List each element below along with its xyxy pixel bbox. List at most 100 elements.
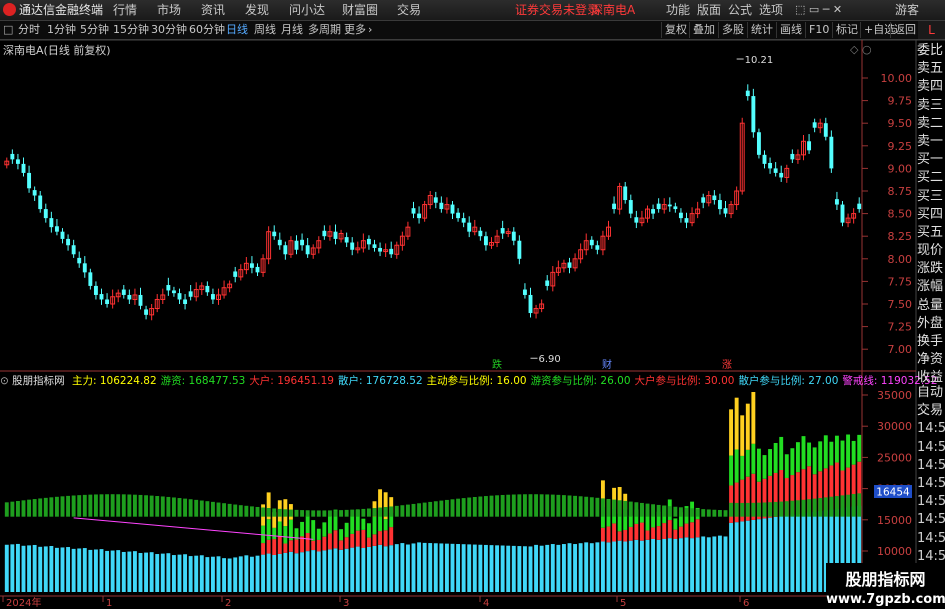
retail-volume-bar (417, 542, 422, 592)
band-bar (199, 500, 204, 517)
retail-volume-bar (556, 544, 561, 592)
band-bar (411, 503, 416, 517)
retail-volume-bar (567, 543, 572, 592)
band-bar (712, 509, 717, 517)
band-bar (756, 502, 761, 517)
candle-body (612, 203, 617, 210)
band-bar (556, 494, 561, 517)
hot-volume-bar (300, 521, 305, 537)
retail-volume-bar (656, 539, 661, 592)
candle-body (127, 294, 132, 300)
retail-volume-bar (105, 550, 110, 592)
hot-volume-bar (372, 516, 377, 535)
band-bar (550, 494, 555, 517)
retail-volume-bar (756, 519, 761, 592)
band-bar (160, 496, 165, 517)
band-bar (4, 502, 9, 517)
hot-volume-bar (729, 455, 734, 486)
watermark: 股朋指标网 www.7gpzb.com (826, 563, 945, 609)
quote-side-label: 涨跌 (917, 261, 944, 277)
quote-side-label: 外盘 (917, 315, 944, 331)
band-bar (110, 494, 115, 517)
band-bar (205, 501, 210, 517)
main-volume-bar (734, 397, 739, 450)
retail-volume-bar (534, 544, 539, 592)
big-volume-bar (651, 527, 656, 539)
hot-volume-bar (762, 455, 767, 479)
big-volume-bar (333, 530, 338, 549)
hot-volume-bar (801, 436, 806, 470)
big-volume-bar (389, 527, 394, 546)
retail-volume-bar (439, 543, 444, 592)
hot-volume-bar (311, 520, 316, 541)
band-bar (394, 505, 399, 517)
retail-volume-bar (573, 544, 578, 592)
candle-body (144, 309, 149, 315)
retail-volume-bar (43, 546, 48, 592)
band-bar (534, 494, 539, 517)
trade-side-label[interactable]: 自动 (917, 384, 945, 402)
big-volume-bar (372, 534, 377, 546)
retail-volume-bar (818, 510, 823, 592)
quote-side-label: 净资 (917, 352, 944, 368)
candle-body (456, 212, 461, 219)
band-bar (272, 508, 277, 517)
trade-side-label[interactable]: 交易 (917, 402, 945, 420)
band-bar (784, 501, 789, 517)
main-volume-bar (740, 415, 745, 456)
band-bar (617, 500, 622, 517)
retail-volume-bar (773, 516, 778, 592)
retail-volume-bar (327, 549, 332, 592)
retail-volume-bar (478, 544, 483, 592)
band-bar (584, 496, 589, 517)
band-bar (723, 510, 728, 517)
band-bar (261, 507, 266, 517)
candle-body (138, 294, 143, 306)
band-bar (283, 509, 288, 517)
hot-volume-bar (840, 440, 845, 471)
retail-volume-bar (545, 544, 550, 592)
band-bar (779, 501, 784, 517)
big-volume-bar (606, 526, 611, 543)
candle-body (823, 123, 828, 137)
band-bar (762, 502, 767, 517)
band-bar (188, 499, 193, 517)
retail-volume-bar (255, 555, 260, 592)
big-volume-bar (283, 543, 288, 553)
indicator-legend-item: 主力: 106224.82 (72, 375, 157, 387)
band-bar (840, 495, 845, 517)
candle-body (517, 240, 522, 259)
hot-volume-bar (773, 442, 778, 473)
retail-volume-bar (155, 554, 160, 592)
main-volume-bar (378, 489, 383, 511)
band-bar (768, 502, 773, 517)
indicator-name[interactable]: 股朋指标网 (12, 375, 65, 387)
band-bar (43, 497, 48, 517)
candle-body (829, 136, 834, 169)
hot-volume-bar (857, 434, 862, 462)
candle-body (790, 153, 795, 160)
candle-body (60, 231, 65, 239)
band-bar (300, 510, 305, 517)
candle-body (205, 285, 210, 293)
retail-volume-bar (244, 555, 249, 592)
band-bar (656, 504, 661, 517)
candle-body (77, 257, 82, 264)
kline-chart[interactable]: 10.00 9.75 9.50 9.25 9.00 8.75 8.50 8.25 8.00 7.7… (0, 0, 945, 609)
retail-volume-bar (807, 512, 812, 592)
candle-body (10, 153, 15, 160)
big-volume-bar (690, 522, 695, 539)
retail-volume-bar (27, 545, 32, 592)
band-bar (266, 508, 271, 517)
indicator-collapse-icon[interactable]: ⊙ (0, 375, 9, 387)
candle-body (305, 245, 310, 255)
retail-volume-bar (383, 546, 388, 592)
retail-volume-bar (294, 553, 299, 592)
candle-body (651, 209, 656, 214)
band-bar (27, 499, 32, 517)
retail-volume-bar (372, 545, 377, 592)
retail-volume-bar (93, 549, 98, 592)
band-bar (433, 501, 438, 517)
band-bar (132, 494, 137, 517)
big-volume-bar (684, 523, 689, 538)
